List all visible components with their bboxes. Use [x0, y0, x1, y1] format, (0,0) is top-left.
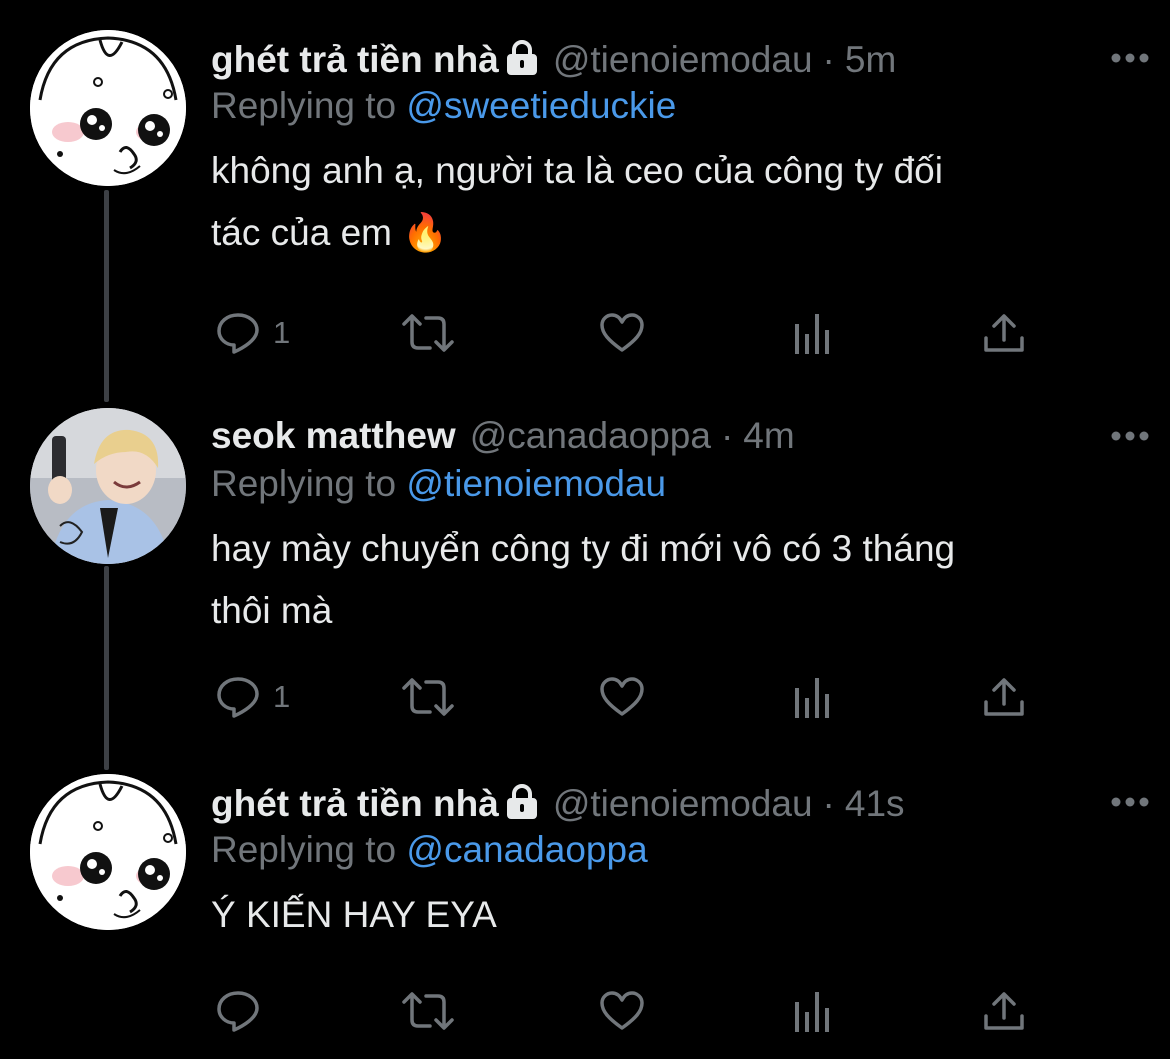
share-icon [984, 678, 1024, 716]
action-bar: 1 [211, 308, 1041, 358]
replying-to: Replying to @sweetieduckie [211, 84, 1130, 128]
retweet-button[interactable] [400, 986, 456, 1036]
avatar[interactable] [30, 774, 186, 930]
more-icon[interactable] [1110, 796, 1150, 808]
lock-icon [505, 784, 539, 820]
analytics-icon [795, 314, 829, 354]
tweet-header: ghét trả tiền nhà @tienoiemodau · 5m [211, 36, 1130, 80]
retweet-icon [402, 992, 454, 1030]
share-button[interactable] [981, 672, 1027, 722]
handle[interactable]: @tienoiemodau [553, 782, 813, 826]
avatar[interactable] [30, 408, 186, 564]
tweet-3[interactable]: ghét trả tiền nhà @tienoiemodau · 41s Re… [0, 760, 1170, 1059]
reply-icon [217, 313, 259, 354]
reply-icon [217, 991, 259, 1032]
analytics-button[interactable] [791, 672, 835, 722]
like-icon [600, 677, 644, 716]
reply-button[interactable]: 1 [215, 308, 290, 358]
separator-dot: · [720, 415, 734, 456]
lock-icon [505, 40, 539, 76]
replying-to: Replying to @tienoiemodau [211, 462, 1130, 506]
reply-target-link[interactable]: @sweetieduckie [406, 85, 676, 126]
timestamp[interactable]: 5m [845, 38, 896, 82]
display-name[interactable]: ghét trả tiền nhà [211, 782, 499, 826]
reply-prefix: Replying to [211, 85, 397, 126]
tweet-text-line: thôi mà [211, 590, 333, 631]
analytics-button[interactable] [791, 986, 835, 1036]
photo-avatar-image [30, 408, 186, 564]
reply-count: 1 [273, 679, 291, 714]
share-button[interactable] [981, 986, 1027, 1036]
display-name[interactable]: ghét trả tiền nhà [211, 38, 499, 82]
reply-button[interactable] [215, 986, 273, 1036]
retweet-icon [402, 678, 454, 716]
like-button[interactable] [598, 672, 646, 722]
action-bar: 1 [211, 672, 1041, 722]
tweet-text-line: hay mày chuyển công ty đi mới vô có 3 th… [211, 528, 956, 569]
replying-to: Replying to @canadaoppa [211, 828, 1130, 872]
share-button[interactable] [981, 308, 1027, 358]
reply-count: 1 [273, 315, 291, 350]
handle[interactable]: @canadaoppa [470, 414, 711, 458]
tweet-header: seok matthew @canadaoppa · 4m [211, 414, 1130, 458]
share-icon [984, 314, 1024, 352]
reply-icon [217, 677, 259, 718]
reply-button[interactable]: 1 [215, 672, 290, 722]
tweet-text: hay mày chuyển công ty đi mới vô có 3 th… [211, 518, 1130, 642]
like-icon [600, 313, 644, 352]
cartoon-avatar-image [30, 774, 186, 930]
separator-dot: · [822, 783, 835, 824]
analytics-icon [795, 678, 829, 718]
reply-prefix: Replying to [211, 463, 397, 504]
tweet-text-line: tác của em 🔥 [211, 212, 449, 253]
retweet-icon [402, 314, 454, 352]
reply-prefix: Replying to [211, 829, 397, 870]
tweet-2[interactable]: seok matthew @canadaoppa · 4m Replying t… [0, 380, 1170, 760]
retweet-button[interactable] [400, 308, 456, 358]
tweet-text-line: không anh ạ, người ta là ceo của công ty… [211, 150, 943, 191]
like-icon [600, 991, 644, 1030]
share-icon [984, 992, 1024, 1030]
timestamp[interactable]: 4m [743, 414, 794, 458]
tweet-header: ghét trả tiền nhà @tienoiemodau · 41s [211, 780, 1130, 824]
separator-dot: · [822, 39, 835, 80]
tweet-1[interactable]: ghét trả tiền nhà @tienoiemodau · 5m Rep… [0, 0, 1170, 380]
timestamp[interactable]: 41s [845, 782, 905, 826]
more-icon[interactable] [1110, 430, 1150, 442]
like-button[interactable] [598, 986, 646, 1036]
display-name[interactable]: seok matthew [211, 414, 456, 458]
like-button[interactable] [598, 308, 646, 358]
reply-target-link[interactable]: @tienoiemodau [406, 463, 666, 504]
tweet-text-line: Ý KIẾN HAY EYA [211, 894, 497, 935]
analytics-button[interactable] [791, 308, 835, 358]
handle[interactable]: @tienoiemodau [553, 38, 813, 82]
avatar[interactable] [30, 30, 186, 186]
more-icon[interactable] [1110, 52, 1150, 64]
tweet-text: không anh ạ, người ta là ceo của công ty… [211, 140, 1130, 264]
reply-target-link[interactable]: @canadaoppa [406, 829, 647, 870]
cartoon-avatar-image [30, 30, 186, 186]
analytics-icon [795, 992, 829, 1032]
tweet-text: Ý KIẾN HAY EYA [211, 884, 1130, 946]
retweet-button[interactable] [400, 672, 456, 722]
action-bar [211, 986, 1041, 1036]
